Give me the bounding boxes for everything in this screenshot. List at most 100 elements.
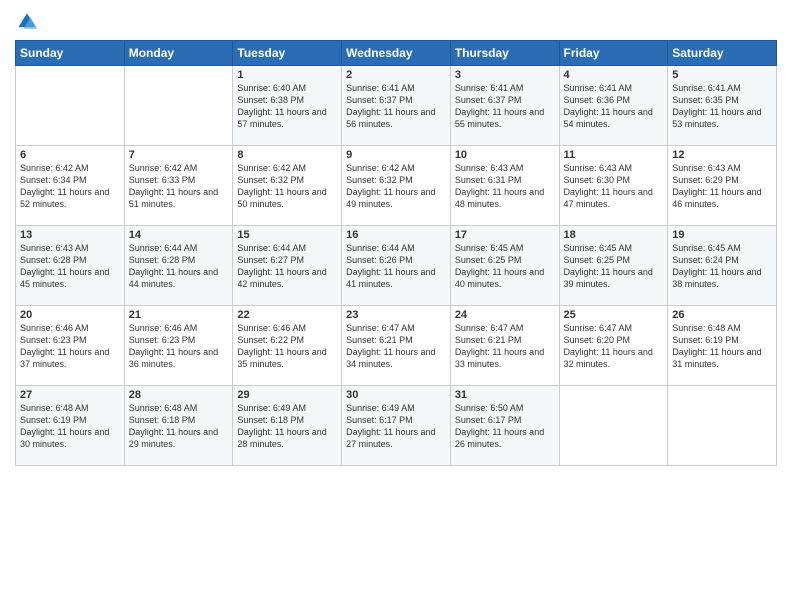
calendar-cell: 8Sunrise: 6:42 AMSunset: 6:32 PMDaylight… — [233, 146, 342, 226]
calendar-cell: 22Sunrise: 6:46 AMSunset: 6:22 PMDayligh… — [233, 306, 342, 386]
calendar-week-row: 13Sunrise: 6:43 AMSunset: 6:28 PMDayligh… — [16, 226, 777, 306]
main-container: SundayMondayTuesdayWednesdayThursdayFrid… — [0, 0, 792, 476]
day-number: 11 — [564, 149, 664, 161]
calendar-cell: 4Sunrise: 6:41 AMSunset: 6:36 PMDaylight… — [559, 66, 668, 146]
day-number: 26 — [672, 309, 772, 321]
day-info: Sunrise: 6:49 AMSunset: 6:17 PMDaylight:… — [346, 402, 446, 451]
day-info: Sunrise: 6:41 AMSunset: 6:37 PMDaylight:… — [346, 82, 446, 131]
calendar-table: SundayMondayTuesdayWednesdayThursdayFrid… — [15, 40, 777, 466]
weekday-header: Tuesday — [233, 41, 342, 66]
calendar-cell: 3Sunrise: 6:41 AMSunset: 6:37 PMDaylight… — [450, 66, 559, 146]
day-info: Sunrise: 6:43 AMSunset: 6:29 PMDaylight:… — [672, 162, 772, 211]
weekday-header: Thursday — [450, 41, 559, 66]
day-info: Sunrise: 6:43 AMSunset: 6:30 PMDaylight:… — [564, 162, 664, 211]
calendar-week-row: 20Sunrise: 6:46 AMSunset: 6:23 PMDayligh… — [16, 306, 777, 386]
calendar-body: 1Sunrise: 6:40 AMSunset: 6:38 PMDaylight… — [16, 66, 777, 466]
calendar-cell: 18Sunrise: 6:45 AMSunset: 6:25 PMDayligh… — [559, 226, 668, 306]
day-number: 30 — [346, 389, 446, 401]
day-number: 14 — [129, 229, 229, 241]
day-number: 22 — [237, 309, 337, 321]
calendar-cell: 24Sunrise: 6:47 AMSunset: 6:21 PMDayligh… — [450, 306, 559, 386]
day-number: 20 — [20, 309, 120, 321]
calendar-cell: 15Sunrise: 6:44 AMSunset: 6:27 PMDayligh… — [233, 226, 342, 306]
day-info: Sunrise: 6:41 AMSunset: 6:37 PMDaylight:… — [455, 82, 555, 131]
day-number: 12 — [672, 149, 772, 161]
day-number: 21 — [129, 309, 229, 321]
day-info: Sunrise: 6:45 AMSunset: 6:25 PMDaylight:… — [564, 242, 664, 291]
day-info: Sunrise: 6:41 AMSunset: 6:35 PMDaylight:… — [672, 82, 772, 131]
calendar-cell: 10Sunrise: 6:43 AMSunset: 6:31 PMDayligh… — [450, 146, 559, 226]
calendar-cell: 14Sunrise: 6:44 AMSunset: 6:28 PMDayligh… — [124, 226, 233, 306]
day-number: 9 — [346, 149, 446, 161]
day-number: 27 — [20, 389, 120, 401]
calendar-week-row: 6Sunrise: 6:42 AMSunset: 6:34 PMDaylight… — [16, 146, 777, 226]
day-number: 15 — [237, 229, 337, 241]
calendar-cell: 27Sunrise: 6:48 AMSunset: 6:19 PMDayligh… — [16, 386, 125, 466]
day-info: Sunrise: 6:48 AMSunset: 6:18 PMDaylight:… — [129, 402, 229, 451]
day-info: Sunrise: 6:40 AMSunset: 6:38 PMDaylight:… — [237, 82, 337, 131]
day-number: 25 — [564, 309, 664, 321]
calendar-cell: 2Sunrise: 6:41 AMSunset: 6:37 PMDaylight… — [342, 66, 451, 146]
calendar-cell: 20Sunrise: 6:46 AMSunset: 6:23 PMDayligh… — [16, 306, 125, 386]
day-number: 6 — [20, 149, 120, 161]
calendar-cell: 19Sunrise: 6:45 AMSunset: 6:24 PMDayligh… — [668, 226, 777, 306]
day-number: 28 — [129, 389, 229, 401]
calendar-header: SundayMondayTuesdayWednesdayThursdayFrid… — [16, 41, 777, 66]
weekday-header: Sunday — [16, 41, 125, 66]
day-info: Sunrise: 6:43 AMSunset: 6:28 PMDaylight:… — [20, 242, 120, 291]
day-number: 10 — [455, 149, 555, 161]
calendar-cell: 7Sunrise: 6:42 AMSunset: 6:33 PMDaylight… — [124, 146, 233, 226]
day-info: Sunrise: 6:49 AMSunset: 6:18 PMDaylight:… — [237, 402, 337, 451]
day-info: Sunrise: 6:45 AMSunset: 6:24 PMDaylight:… — [672, 242, 772, 291]
calendar-cell: 26Sunrise: 6:48 AMSunset: 6:19 PMDayligh… — [668, 306, 777, 386]
calendar-cell: 25Sunrise: 6:47 AMSunset: 6:20 PMDayligh… — [559, 306, 668, 386]
day-number: 8 — [237, 149, 337, 161]
calendar-cell: 30Sunrise: 6:49 AMSunset: 6:17 PMDayligh… — [342, 386, 451, 466]
calendar-cell: 21Sunrise: 6:46 AMSunset: 6:23 PMDayligh… — [124, 306, 233, 386]
calendar-cell: 6Sunrise: 6:42 AMSunset: 6:34 PMDaylight… — [16, 146, 125, 226]
calendar-cell: 29Sunrise: 6:49 AMSunset: 6:18 PMDayligh… — [233, 386, 342, 466]
calendar-cell — [124, 66, 233, 146]
day-number: 16 — [346, 229, 446, 241]
day-number: 13 — [20, 229, 120, 241]
day-number: 24 — [455, 309, 555, 321]
calendar-cell: 28Sunrise: 6:48 AMSunset: 6:18 PMDayligh… — [124, 386, 233, 466]
calendar-cell: 17Sunrise: 6:45 AMSunset: 6:25 PMDayligh… — [450, 226, 559, 306]
day-number: 7 — [129, 149, 229, 161]
calendar-cell: 31Sunrise: 6:50 AMSunset: 6:17 PMDayligh… — [450, 386, 559, 466]
day-number: 5 — [672, 69, 772, 81]
day-number: 29 — [237, 389, 337, 401]
day-number: 2 — [346, 69, 446, 81]
day-info: Sunrise: 6:41 AMSunset: 6:36 PMDaylight:… — [564, 82, 664, 131]
header-row — [15, 10, 777, 34]
day-info: Sunrise: 6:46 AMSunset: 6:22 PMDaylight:… — [237, 322, 337, 371]
day-info: Sunrise: 6:48 AMSunset: 6:19 PMDaylight:… — [20, 402, 120, 451]
weekday-header: Monday — [124, 41, 233, 66]
calendar-cell — [16, 66, 125, 146]
calendar-cell: 1Sunrise: 6:40 AMSunset: 6:38 PMDaylight… — [233, 66, 342, 146]
day-info: Sunrise: 6:42 AMSunset: 6:34 PMDaylight:… — [20, 162, 120, 211]
day-info: Sunrise: 6:47 AMSunset: 6:21 PMDaylight:… — [346, 322, 446, 371]
day-info: Sunrise: 6:46 AMSunset: 6:23 PMDaylight:… — [20, 322, 120, 371]
day-info: Sunrise: 6:47 AMSunset: 6:20 PMDaylight:… — [564, 322, 664, 371]
day-number: 4 — [564, 69, 664, 81]
day-info: Sunrise: 6:43 AMSunset: 6:31 PMDaylight:… — [455, 162, 555, 211]
calendar-cell: 12Sunrise: 6:43 AMSunset: 6:29 PMDayligh… — [668, 146, 777, 226]
calendar-cell: 9Sunrise: 6:42 AMSunset: 6:32 PMDaylight… — [342, 146, 451, 226]
weekday-row: SundayMondayTuesdayWednesdayThursdayFrid… — [16, 41, 777, 66]
day-number: 1 — [237, 69, 337, 81]
day-number: 19 — [672, 229, 772, 241]
weekday-header: Wednesday — [342, 41, 451, 66]
calendar-cell: 11Sunrise: 6:43 AMSunset: 6:30 PMDayligh… — [559, 146, 668, 226]
logo — [15, 10, 43, 34]
calendar-cell — [559, 386, 668, 466]
day-info: Sunrise: 6:45 AMSunset: 6:25 PMDaylight:… — [455, 242, 555, 291]
day-info: Sunrise: 6:48 AMSunset: 6:19 PMDaylight:… — [672, 322, 772, 371]
day-info: Sunrise: 6:44 AMSunset: 6:26 PMDaylight:… — [346, 242, 446, 291]
day-info: Sunrise: 6:42 AMSunset: 6:32 PMDaylight:… — [237, 162, 337, 211]
weekday-header: Saturday — [668, 41, 777, 66]
day-info: Sunrise: 6:44 AMSunset: 6:28 PMDaylight:… — [129, 242, 229, 291]
calendar-cell: 23Sunrise: 6:47 AMSunset: 6:21 PMDayligh… — [342, 306, 451, 386]
calendar-week-row: 27Sunrise: 6:48 AMSunset: 6:19 PMDayligh… — [16, 386, 777, 466]
day-number: 23 — [346, 309, 446, 321]
